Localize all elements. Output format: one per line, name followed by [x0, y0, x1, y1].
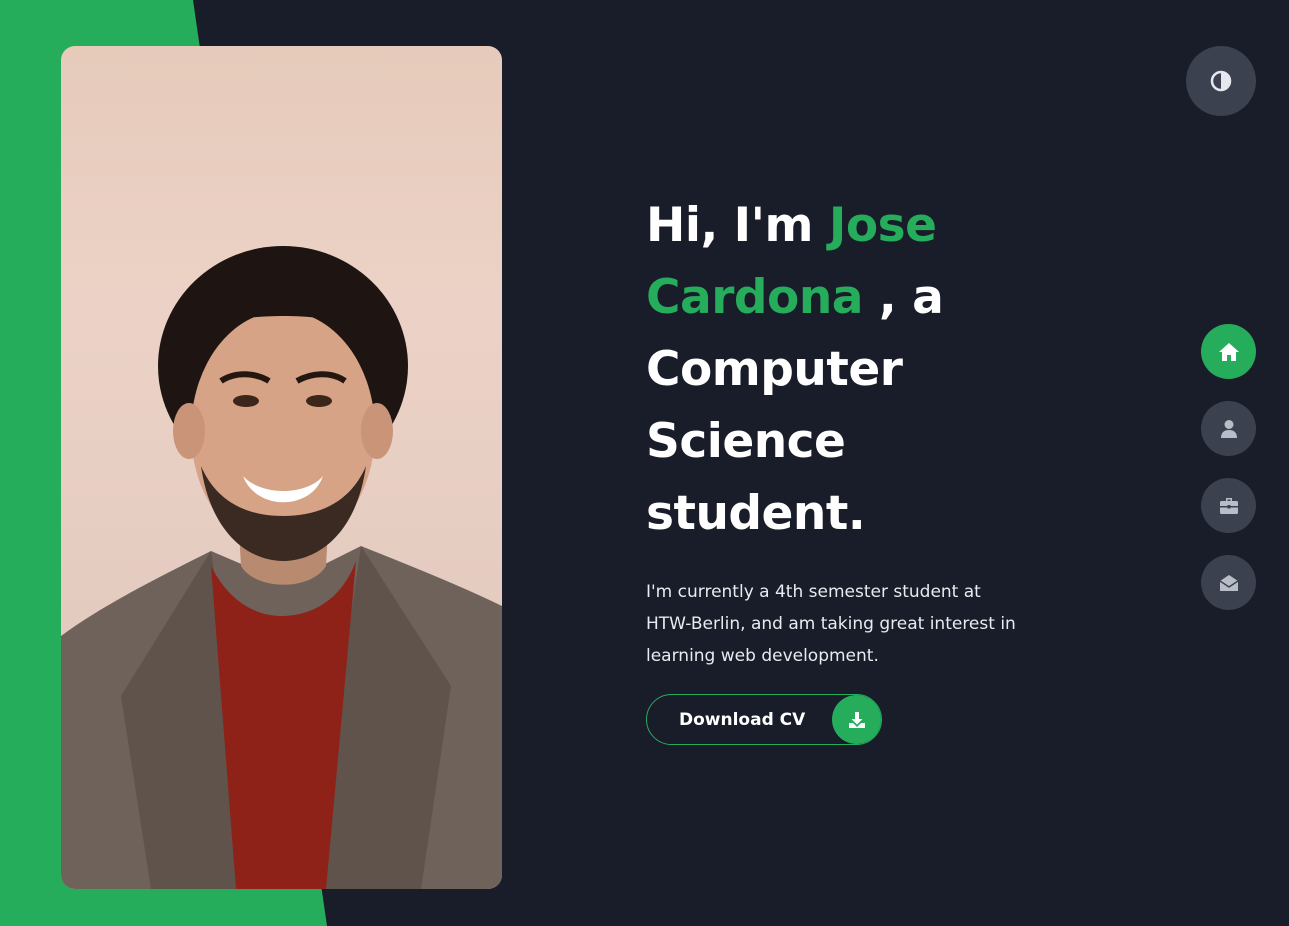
download-cv-button[interactable]: Download CV — [646, 694, 882, 745]
home-icon — [1218, 342, 1239, 361]
briefcase-icon — [1219, 497, 1238, 514]
hero-description: I'm currently a 4th semester student at … — [646, 582, 1016, 666]
profile-photo — [61, 46, 502, 889]
theme-toggle-button[interactable] — [1186, 46, 1256, 116]
nav-contact-button[interactable] — [1201, 555, 1256, 610]
hero-title: Hi, I'm Jose Cardona , a Computer Scienc… — [646, 190, 1066, 550]
download-cv-label: Download CV — [679, 709, 806, 730]
nav-home-button[interactable] — [1201, 324, 1256, 379]
user-icon — [1220, 419, 1237, 438]
side-navigation — [1201, 324, 1256, 632]
hero-section: Hi, I'm Jose Cardona , a Computer Scienc… — [646, 190, 1066, 745]
hero-greeting: Hi, I'm — [646, 198, 814, 253]
nav-about-button[interactable] — [1201, 401, 1256, 456]
nav-portfolio-button[interactable] — [1201, 478, 1256, 533]
contrast-icon — [1210, 70, 1232, 92]
download-icon-wrap — [832, 695, 881, 744]
envelope-open-icon — [1219, 574, 1238, 591]
download-icon — [848, 711, 865, 728]
